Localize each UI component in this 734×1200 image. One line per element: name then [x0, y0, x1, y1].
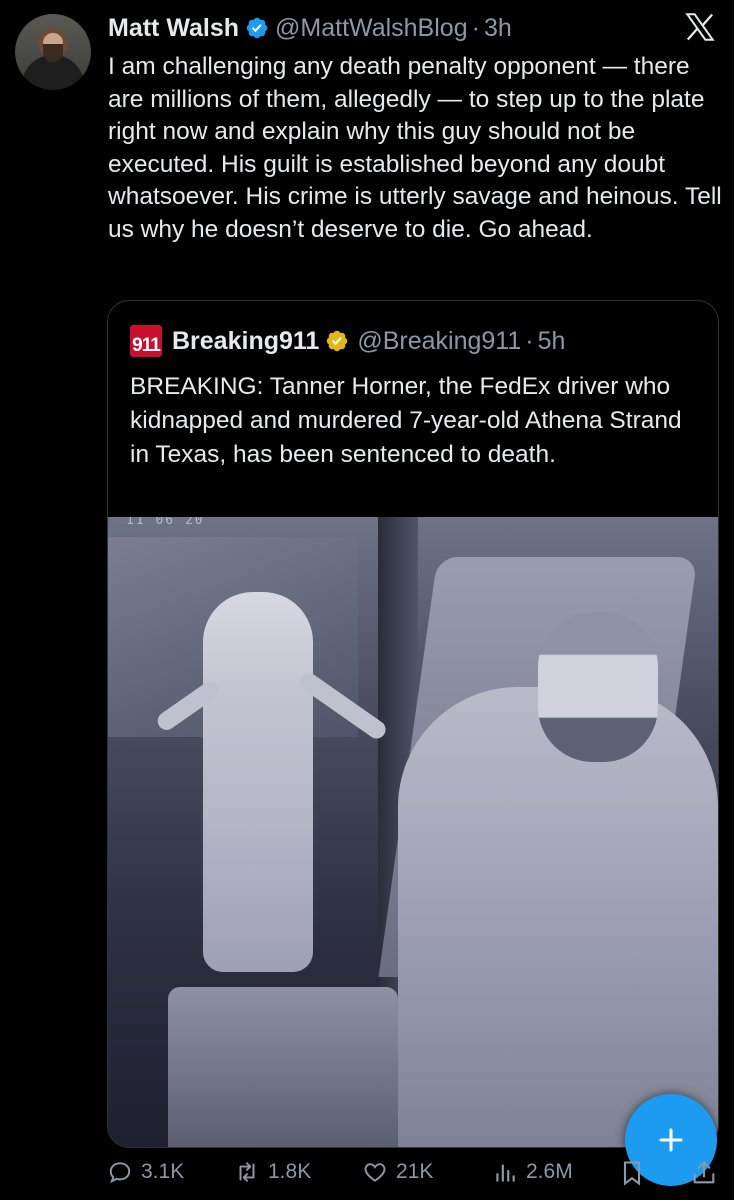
separator-dot: ·: [525, 326, 534, 355]
bookmark-icon[interactable]: [618, 1158, 646, 1188]
author-avatar[interactable]: [15, 14, 91, 90]
views-count: 2.6M: [526, 1160, 573, 1183]
separator-dot: ·: [471, 13, 480, 42]
like-count: 21K: [396, 1160, 434, 1183]
quoted-tweet-text: BREAKING: Tanner Horner, the FedEx drive…: [130, 373, 682, 468]
heart-icon: [364, 1163, 386, 1182]
breaking911-logo[interactable]: 911: [130, 325, 162, 357]
verified-badge-icon: [246, 17, 268, 39]
views-button[interactable]: 2.6M: [492, 1152, 573, 1192]
repost-button[interactable]: 1.8K: [234, 1152, 311, 1192]
tweet-action-bar: 3.1K 1.8K 21K 2.6M: [0, 1152, 734, 1200]
logo-number: 911: [130, 334, 162, 357]
share-icon[interactable]: [690, 1158, 718, 1188]
repost-icon: [239, 1162, 255, 1182]
x-logo-icon[interactable]: [682, 10, 718, 44]
tweet-header: Matt Walsh @MattWalshBlog · 3h: [108, 12, 512, 44]
reply-count: 3.1K: [141, 1160, 185, 1183]
floor-clutter: [168, 987, 398, 1147]
gold-verified-icon: [327, 330, 348, 352]
reply-button[interactable]: 3.1K: [107, 1152, 184, 1192]
reply-icon: [109, 1162, 131, 1184]
quoted-tweet[interactable]: 911 Breaking911 @Breaking911 · 5h BREAKI…: [107, 300, 719, 1148]
media-timestamp-overlay: 11 06 20: [126, 517, 205, 528]
child-figure: [203, 592, 313, 972]
quoted-tweet-media[interactable]: 11 06 20: [108, 517, 718, 1147]
quoted-tweet-header: 911 Breaking911 @Breaking911 · 5h: [130, 324, 565, 358]
author-handle[interactable]: @MattWalshBlog: [275, 14, 468, 43]
author-name[interactable]: Matt Walsh: [108, 14, 239, 43]
driver-figure: [398, 687, 718, 1147]
plus-icon: [659, 1128, 683, 1152]
repost-count: 1.8K: [268, 1160, 312, 1183]
like-button[interactable]: 21K: [362, 1152, 433, 1192]
quoted-author-name[interactable]: Breaking911: [172, 327, 319, 356]
tweet-text: I am challenging any death penalty oppon…: [108, 53, 722, 243]
driver-head: [538, 612, 658, 762]
quoted-author-handle[interactable]: @Breaking911: [357, 327, 521, 356]
quoted-tweet-timestamp[interactable]: 5h: [538, 327, 566, 356]
tweet-timestamp[interactable]: 3h: [484, 14, 512, 43]
views-chart-icon: [496, 1164, 515, 1182]
